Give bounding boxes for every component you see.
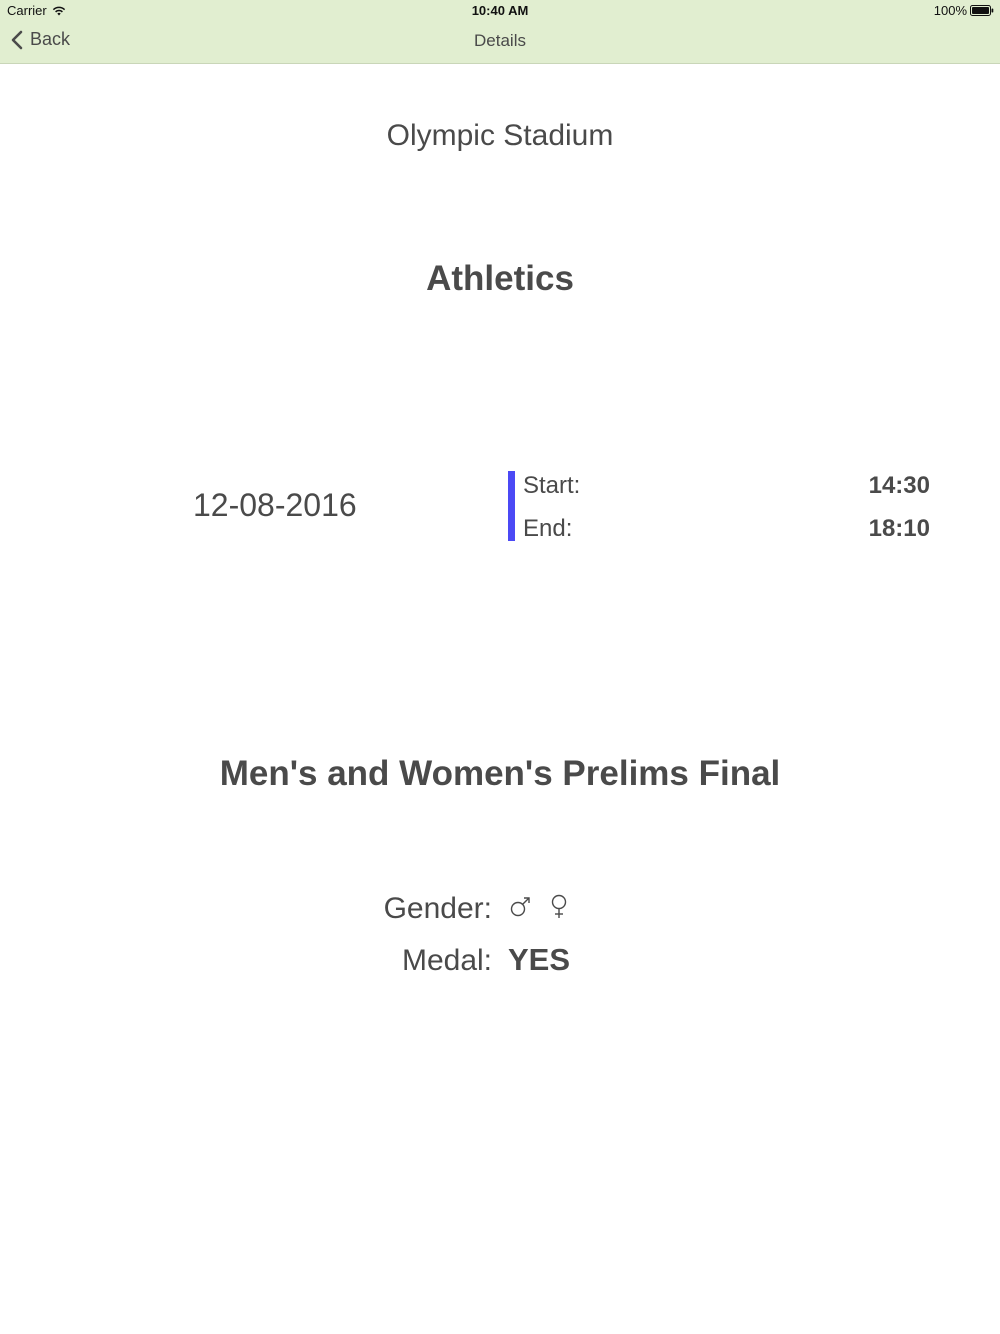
battery-icon [970, 5, 994, 16]
battery-percent: 100% [933, 3, 967, 18]
venue-name: Olympic Stadium [386, 119, 614, 152]
navigation-bar: Carrier 10:40 AM 100% Back Details [0, 0, 1000, 64]
gender-label: Gender: [383, 892, 492, 925]
status-time: 10:40 AM [471, 3, 529, 18]
male-icon [510, 897, 530, 917]
medal-value: YES [508, 942, 571, 977]
sport-name: Athletics [426, 259, 574, 298]
time-accent-bar [508, 471, 515, 541]
end-label: End: [523, 515, 573, 542]
end-time: 18:10 [868, 515, 930, 542]
nav-title: Details [474, 31, 526, 50]
start-time: 14:30 [868, 472, 930, 499]
event-title: Men's and Women's Prelims Final [219, 754, 781, 793]
medal-label: Medal: [401, 944, 492, 977]
event-date: 12-08-2016 [193, 487, 357, 523]
gender-icons [510, 893, 586, 921]
female-icon [551, 894, 567, 918]
status-battery: 100% [934, 3, 994, 18]
start-label: Start: [523, 472, 581, 499]
